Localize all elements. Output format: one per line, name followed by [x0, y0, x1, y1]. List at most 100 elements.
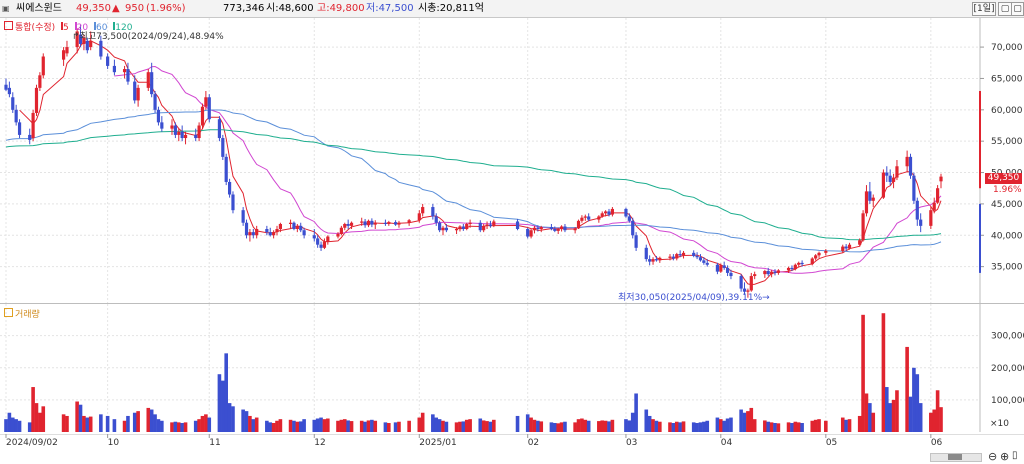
reset-icon[interactable]: ▯	[1012, 450, 1018, 461]
candle	[173, 122, 177, 139]
price-tick-label: 55,000	[991, 137, 1023, 147]
stock-name[interactable]: 씨에스윈드	[16, 0, 62, 17]
volume-bar	[99, 414, 103, 432]
current-price: 49,350	[76, 3, 111, 14]
candle-body	[671, 256, 675, 259]
zoom-in-icon[interactable]: ⊕	[1000, 450, 1009, 463]
candle-body	[231, 194, 235, 211]
x-axis-bar: 2024/09/02 10 11 12 2025/01 02 03 04 05 06 ⊖ ⊕ ▯	[0, 434, 1024, 464]
price-chart-svg[interactable]: 70,00065,00060,00055,00050,00045,00040,0…	[0, 18, 1024, 303]
candle	[871, 194, 875, 208]
period-button[interactable]: [1일]	[972, 2, 996, 16]
volume-bar	[183, 422, 188, 432]
volume-bar	[217, 374, 222, 432]
candle-body	[41, 56, 45, 76]
volume-toggle-icon[interactable]	[4, 308, 13, 317]
candle	[675, 252, 679, 261]
candle-body	[360, 221, 364, 223]
volume-bar	[539, 421, 544, 432]
candle	[868, 181, 872, 204]
volume-bar	[78, 404, 83, 432]
legend-toggle-icon[interactable]	[4, 21, 13, 30]
close-icon[interactable]: ▢	[998, 2, 1012, 16]
volume-bar	[197, 419, 201, 432]
candle	[177, 128, 181, 142]
candle-body	[912, 175, 916, 201]
volume-bar	[4, 419, 8, 432]
candle-body	[434, 216, 438, 223]
volume-bar	[722, 420, 726, 432]
candle	[65, 40, 69, 57]
zoom-out-icon[interactable]: ⊖	[988, 450, 997, 463]
candle-body	[173, 125, 177, 135]
volume-bar	[935, 390, 940, 432]
high-annotation: ↱최고73,500(2024/09/24),48.94%	[72, 32, 224, 42]
volume-bar	[627, 420, 632, 432]
stock-dropdown-icon[interactable]: ▣	[2, 0, 12, 17]
candle-body	[675, 254, 679, 259]
candle-body	[122, 69, 127, 73]
candle	[461, 223, 465, 231]
candle	[363, 218, 367, 228]
candle-body	[431, 207, 435, 217]
candle-body	[421, 207, 425, 214]
candle-body	[844, 246, 848, 249]
candle-body	[864, 191, 869, 214]
candle-body	[346, 223, 350, 226]
candle-body	[885, 172, 889, 176]
candle-body	[221, 138, 225, 157]
candle-body	[302, 230, 306, 236]
candle-body	[373, 222, 377, 225]
low-annotation-text: 최저30,050(2025/04/09),39.11%	[618, 293, 763, 303]
volume-bar	[705, 420, 710, 432]
candle-body	[407, 220, 411, 223]
candle-body	[194, 134, 198, 139]
candle	[227, 178, 232, 198]
volume-bar	[492, 419, 496, 432]
candle-body	[438, 222, 442, 231]
candle-body	[244, 222, 249, 236]
volume-bar	[603, 420, 608, 432]
volume-bar	[176, 422, 181, 432]
candle-body	[326, 236, 330, 242]
volume-bar	[607, 421, 611, 432]
candle-body	[251, 232, 255, 236]
volume-value: 773,346	[223, 3, 265, 14]
candle-body	[770, 271, 774, 275]
volume-bar	[417, 417, 422, 432]
candle-body	[705, 262, 709, 265]
volume-bar	[136, 411, 140, 432]
volume-bar	[817, 419, 821, 432]
candle	[200, 103, 205, 129]
candle-body	[861, 213, 865, 241]
volume-bar	[918, 403, 923, 432]
candle	[272, 230, 276, 239]
candle-body	[292, 222, 296, 229]
candle-body	[14, 109, 18, 123]
candle-body	[160, 122, 164, 129]
volume-bar	[160, 420, 164, 432]
candle	[936, 185, 940, 204]
x-tick-label: 11	[209, 438, 220, 448]
candle-body	[610, 208, 614, 215]
candle-body	[150, 72, 154, 95]
candle-body	[515, 221, 520, 229]
candle	[288, 219, 293, 229]
candle	[891, 173, 896, 189]
moving-average-lines	[5, 40, 942, 286]
volume-chart-svg[interactable]: 300,000 200,000 100,000	[0, 304, 1024, 432]
volume-bar	[695, 423, 699, 432]
candle	[624, 207, 628, 218]
axis-up-range	[979, 91, 981, 189]
volume-bar	[207, 417, 212, 432]
scroll-thumb[interactable]	[948, 454, 962, 460]
volume-bar	[227, 403, 232, 432]
candle	[255, 225, 259, 239]
collapse-icon[interactable]: ▢	[1011, 2, 1024, 16]
volume-bar	[248, 415, 252, 432]
candle-body	[895, 166, 899, 178]
volume-bar	[312, 419, 317, 432]
candle	[383, 219, 388, 226]
open-price: 시:48,600	[266, 3, 314, 14]
candle	[170, 119, 174, 135]
